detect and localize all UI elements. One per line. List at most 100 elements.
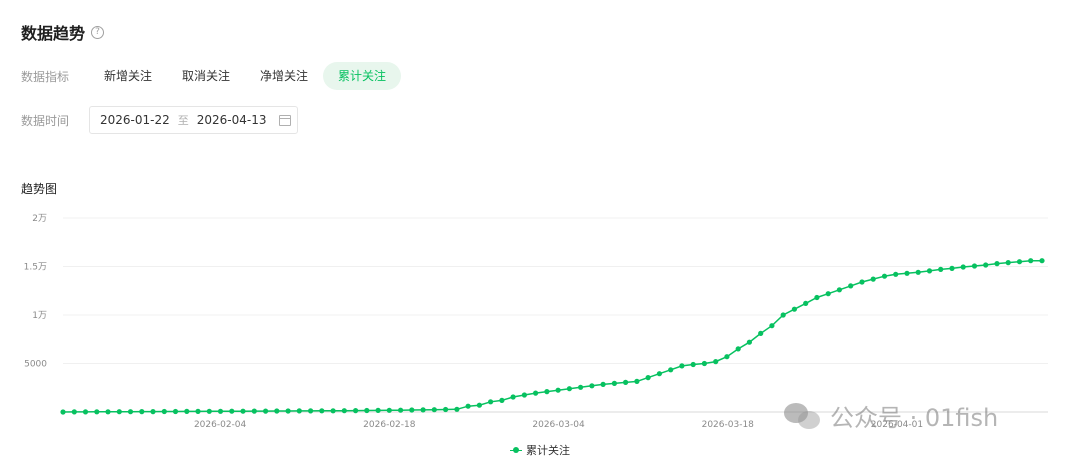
calendar-icon[interactable] <box>278 114 291 126</box>
data-point[interactable] <box>510 394 516 400</box>
data-point[interactable] <box>217 408 224 414</box>
data-point[interactable] <box>398 407 404 413</box>
data-point[interactable] <box>285 408 291 414</box>
data-point[interactable] <box>161 408 167 415</box>
data-point[interactable] <box>893 271 899 277</box>
legend-line-marker <box>510 446 522 454</box>
date-end[interactable]: 2026-04-13 <box>197 113 267 127</box>
data-point[interactable] <box>127 409 134 415</box>
data-point[interactable] <box>184 408 190 414</box>
data-point[interactable] <box>206 408 212 414</box>
data-point[interactable] <box>791 306 798 312</box>
data-point[interactable] <box>645 375 651 381</box>
data-point[interactable] <box>983 262 989 268</box>
data-point[interactable] <box>150 409 156 415</box>
data-point[interactable] <box>555 387 561 393</box>
data-point[interactable] <box>139 409 145 415</box>
data-point[interactable] <box>949 265 955 271</box>
data-point[interactable] <box>296 408 302 414</box>
data-point[interactable] <box>465 403 471 409</box>
date-start[interactable]: 2026-01-22 <box>100 113 170 127</box>
data-point[interactable] <box>251 408 257 414</box>
data-point[interactable] <box>848 283 854 289</box>
data-point[interactable] <box>713 359 719 365</box>
data-point[interactable] <box>263 408 269 414</box>
data-point[interactable] <box>769 323 775 329</box>
data-point[interactable] <box>195 408 201 414</box>
tab-cumulative-followers[interactable]: 累计关注 <box>323 62 402 90</box>
help-icon[interactable]: ? <box>91 25 105 39</box>
data-point[interactable] <box>308 408 314 414</box>
data-point[interactable] <box>533 390 539 396</box>
data-point[interactable] <box>724 354 730 360</box>
data-point[interactable] <box>623 379 629 385</box>
data-point[interactable] <box>82 409 89 415</box>
data-point[interactable] <box>544 389 550 395</box>
data-point[interactable] <box>454 406 460 412</box>
data-point[interactable] <box>319 408 325 414</box>
data-point[interactable] <box>353 408 359 414</box>
data-point[interactable] <box>420 407 426 413</box>
data-point[interactable] <box>364 407 370 414</box>
data-point[interactable] <box>960 264 966 270</box>
data-point[interactable] <box>735 346 741 352</box>
y-tick-label: 1万 <box>32 311 47 321</box>
data-point[interactable] <box>476 402 482 408</box>
data-point[interactable] <box>1005 260 1011 266</box>
data-point[interactable] <box>105 409 111 415</box>
date-range-picker[interactable]: 2026-01-22 至 2026-04-13 <box>89 106 298 134</box>
data-point[interactable] <box>668 367 674 373</box>
data-point[interactable] <box>870 276 876 282</box>
data-point[interactable] <box>488 399 494 405</box>
data-point[interactable] <box>1016 259 1023 265</box>
data-point[interactable] <box>386 407 392 413</box>
data-point[interactable] <box>409 407 415 413</box>
data-point[interactable] <box>1028 258 1034 264</box>
data-point[interactable] <box>330 408 336 414</box>
data-point[interactable] <box>926 268 933 274</box>
data-point[interactable] <box>656 371 663 377</box>
data-point[interactable] <box>994 261 1000 267</box>
data-point[interactable] <box>938 266 944 272</box>
chart-legend[interactable]: 累计关注 <box>510 442 570 458</box>
data-point[interactable] <box>904 270 910 276</box>
data-point[interactable] <box>229 408 235 414</box>
data-point[interactable] <box>566 386 573 392</box>
data-point[interactable] <box>600 381 606 387</box>
data-point[interactable] <box>375 407 381 413</box>
data-point[interactable] <box>431 407 437 413</box>
data-point[interactable] <box>172 408 179 415</box>
data-point[interactable] <box>803 300 809 306</box>
data-point[interactable] <box>611 380 618 386</box>
tab-unfollows[interactable]: 取消关注 <box>167 62 245 90</box>
data-point[interactable] <box>443 406 449 413</box>
data-point[interactable] <box>859 279 865 285</box>
data-point[interactable] <box>836 287 843 293</box>
data-point[interactable] <box>578 384 584 390</box>
data-point[interactable] <box>746 339 753 345</box>
data-point[interactable] <box>499 397 505 403</box>
data-point[interactable] <box>690 361 696 368</box>
data-point[interactable] <box>758 330 764 336</box>
tab-new-followers[interactable]: 新增关注 <box>89 62 167 90</box>
data-point[interactable] <box>94 409 100 415</box>
data-point[interactable] <box>589 383 595 389</box>
data-point[interactable] <box>915 269 921 275</box>
data-point[interactable] <box>341 408 347 414</box>
tab-net-followers[interactable]: 净增关注 <box>245 62 323 90</box>
data-point[interactable] <box>634 378 640 384</box>
data-point[interactable] <box>881 273 888 279</box>
data-point[interactable] <box>116 409 122 415</box>
data-point[interactable] <box>521 392 528 398</box>
data-point[interactable] <box>679 363 685 369</box>
data-point[interactable] <box>240 408 246 414</box>
data-point[interactable] <box>814 294 820 301</box>
data-point[interactable] <box>780 312 786 318</box>
data-point[interactable] <box>1039 258 1045 264</box>
data-point[interactable] <box>825 291 831 297</box>
data-point[interactable] <box>971 263 978 269</box>
data-point[interactable] <box>701 360 708 367</box>
data-point[interactable] <box>274 408 280 414</box>
data-point[interactable] <box>60 409 66 415</box>
data-point[interactable] <box>71 409 77 415</box>
